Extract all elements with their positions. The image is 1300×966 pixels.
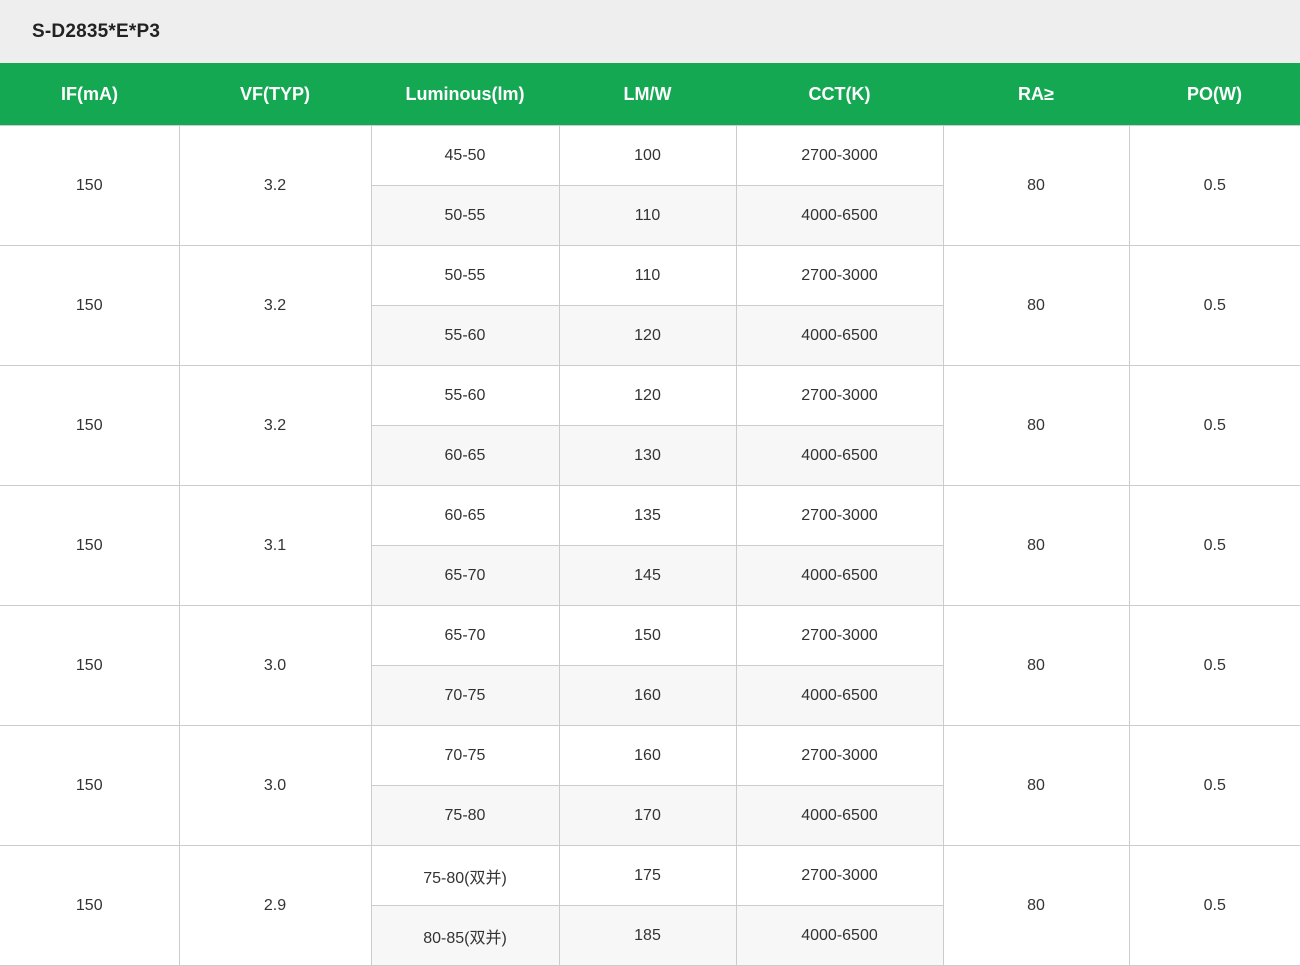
cell-po: 0.5 (1128, 485, 1300, 606)
cell-po: 0.5 (1128, 725, 1300, 846)
table-row: 150 3.1 60-65 135 2700-3000 80 0.5 (0, 485, 1300, 606)
cell-luminous: 70-75 (370, 725, 560, 786)
cell-lmw: 100 (558, 125, 737, 186)
cell-lmw: 185 (558, 905, 737, 966)
cell-lmw: 160 (558, 725, 737, 786)
cell-cct: 4000-6500 (735, 425, 943, 486)
cell-cct: 2700-3000 (735, 245, 944, 306)
cell-po: 0.5 (1128, 845, 1300, 966)
cell-po: 0.5 (1128, 365, 1300, 486)
cell-if: 150 (0, 245, 180, 366)
table-row: 150 3.2 55-60 120 2700-3000 80 0.5 (0, 365, 1300, 486)
cell-if: 150 (0, 365, 180, 486)
cell-cct: 4000-6500 (735, 185, 943, 246)
cell-cct: 2700-3000 (735, 485, 944, 546)
cell-luminous: 55-60 (371, 305, 560, 366)
cell-vf: 2.9 (178, 845, 372, 966)
cell-lmw: 120 (558, 365, 737, 426)
cell-luminous: 80-85(双并) (371, 905, 560, 966)
cell-cct: 2700-3000 (735, 605, 944, 666)
table-body: 150 3.2 45-50 100 2700-3000 80 0.5 50-55… (0, 125, 1300, 966)
cell-luminous: 65-70 (370, 605, 560, 666)
cell-lmw: 135 (558, 485, 737, 546)
cell-cct: 2700-3000 (735, 725, 944, 786)
table-header: IF(mA) VF(TYP) Luminous(lm) LM/W CCT(K) … (0, 63, 1300, 126)
table-row: 150 3.2 50-55 110 2700-3000 80 0.5 (0, 245, 1300, 366)
cell-ra: 80 (942, 125, 1130, 246)
cell-if: 150 (0, 125, 180, 246)
cell-ra: 80 (942, 365, 1130, 486)
header-lmw: LM/W (559, 63, 736, 126)
cell-if: 150 (0, 845, 180, 966)
cell-lmw: 110 (558, 245, 737, 306)
cell-lmw: 175 (558, 845, 737, 906)
cell-po: 0.5 (1128, 125, 1300, 246)
cell-luminous: 50-55 (371, 185, 560, 246)
header-po: PO(W) (1129, 63, 1300, 126)
cell-cct: 4000-6500 (735, 785, 943, 846)
cell-lmw: 150 (558, 605, 737, 666)
cell-cct: 4000-6500 (735, 905, 943, 966)
table-row: 150 2.9 75-80(双并) 175 2700-3000 80 0.5 (0, 845, 1300, 966)
table-row: 150 3.0 70-75 160 2700-3000 80 0.5 (0, 725, 1300, 846)
cell-luminous: 70-75 (371, 665, 560, 726)
cell-luminous: 55-60 (370, 365, 560, 426)
header-ra: RA≥ (943, 63, 1129, 126)
header-luminous: Luminous(lm) (371, 63, 559, 126)
cell-cct: 2700-3000 (735, 365, 944, 426)
cell-luminous: 50-55 (370, 245, 560, 306)
cell-ra: 80 (942, 605, 1130, 726)
cell-lmw: 130 (558, 425, 737, 486)
header-row: IF(mA) VF(TYP) Luminous(lm) LM/W CCT(K) … (0, 63, 1300, 126)
cell-lmw: 145 (558, 545, 737, 606)
cell-ra: 80 (942, 845, 1130, 966)
cell-lmw: 110 (558, 185, 737, 246)
cell-if: 150 (0, 485, 180, 606)
cell-ra: 80 (942, 245, 1130, 366)
cell-luminous: 65-70 (371, 545, 560, 606)
page-title: S-D2835*E*P3 (32, 20, 161, 42)
cell-luminous: 60-65 (370, 485, 560, 546)
cell-vf: 3.0 (178, 725, 372, 846)
cell-luminous: 75-80 (371, 785, 560, 846)
cell-vf: 3.0 (178, 605, 372, 726)
cell-vf: 3.2 (178, 365, 372, 486)
table-row: 150 3.2 45-50 100 2700-3000 80 0.5 (0, 125, 1300, 246)
cell-ra: 80 (942, 485, 1130, 606)
cell-cct: 4000-6500 (735, 545, 943, 606)
table-row: 150 3.0 65-70 150 2700-3000 80 0.5 (0, 605, 1300, 726)
cell-po: 0.5 (1128, 605, 1300, 726)
cell-luminous: 45-50 (370, 125, 560, 186)
cell-cct: 2700-3000 (735, 845, 944, 906)
cell-lmw: 120 (558, 305, 737, 366)
cell-cct: 4000-6500 (735, 305, 943, 366)
cell-vf: 3.2 (178, 125, 372, 246)
cell-if: 150 (0, 605, 180, 726)
cell-luminous: 75-80(双并) (370, 845, 560, 906)
header-vf: VF(TYP) (179, 63, 371, 126)
cell-po: 0.5 (1128, 245, 1300, 366)
cell-cct: 2700-3000 (735, 125, 944, 186)
cell-vf: 3.1 (178, 485, 372, 606)
cell-lmw: 160 (558, 665, 737, 726)
header-if: IF(mA) (0, 63, 179, 126)
spec-table: IF(mA) VF(TYP) Luminous(lm) LM/W CCT(K) … (0, 63, 1300, 966)
cell-if: 150 (0, 725, 180, 846)
cell-vf: 3.2 (178, 245, 372, 366)
header-cct: CCT(K) (736, 63, 943, 126)
cell-lmw: 170 (558, 785, 737, 846)
cell-luminous: 60-65 (371, 425, 560, 486)
title-bar: S-D2835*E*P3 (0, 0, 1300, 63)
cell-ra: 80 (942, 725, 1130, 846)
cell-cct: 4000-6500 (735, 665, 943, 726)
